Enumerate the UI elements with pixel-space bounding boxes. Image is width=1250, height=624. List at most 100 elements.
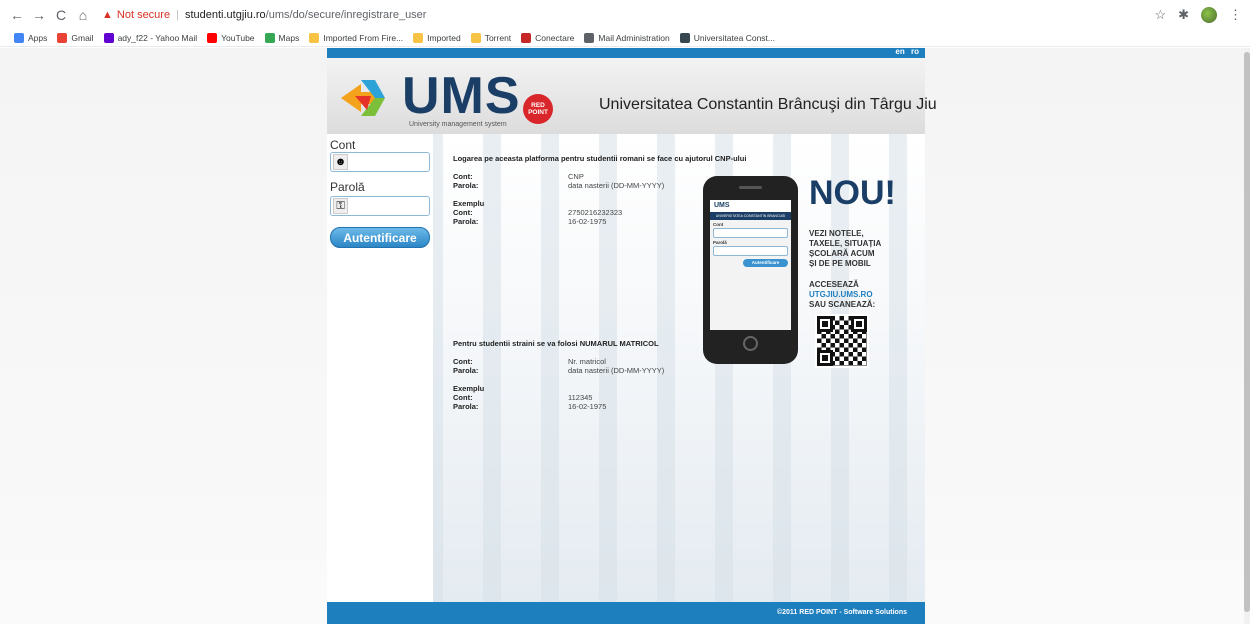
bookmark-item[interactable]: Conectare	[521, 33, 574, 43]
scrollbar-thumb[interactable]	[1244, 52, 1250, 612]
bookmark-item[interactable]: Universitatea Const...	[679, 33, 775, 43]
url-host[interactable]: studenti.utgjiu.ro	[185, 9, 266, 21]
reload-icon[interactable]: C	[52, 6, 70, 24]
browser-toolbar: ← → C ⌂ ▲ Not secure | studenti.utgjiu.r…	[0, 0, 1250, 30]
bookmark-item[interactable]: Imported From Fire...	[309, 33, 403, 43]
info-ro-cont-val: CNP	[568, 172, 584, 181]
language-switcher: en ro	[891, 47, 919, 56]
phone-cont-input	[713, 228, 788, 238]
bookmark-label: Gmail	[71, 33, 94, 43]
info-foreign-ex-parola-val: 16-02-1975	[568, 402, 607, 411]
bookmark-label: Mail Administration	[598, 33, 670, 43]
bookmark-label: ady_f22 - Yahoo Mail	[117, 33, 198, 43]
info-foreign-example: Exemplu	[453, 384, 485, 393]
bookmark-star-icon[interactable]: ☆	[1154, 7, 1166, 23]
bookmark-item[interactable]: Apps	[14, 33, 47, 43]
bookmark-item[interactable]: Gmail	[57, 33, 94, 43]
bookmark-label: Maps	[278, 33, 300, 43]
info-ro-ex-parola-key: Parola:	[453, 217, 479, 226]
mobile-phone-image: UMS UNIVERSITATEA CONSTANTIN BRANCUSI Co…	[703, 176, 798, 364]
bookmark-item[interactable]: Torrent	[470, 33, 512, 43]
brand-title: UMS	[402, 67, 521, 125]
ad-line-3: ȘCOLARĂ ACUM	[809, 249, 875, 258]
phone-home-button	[743, 336, 758, 351]
login-sidebar: Cont ☻ Parolă ⚿ Autentificare	[327, 134, 433, 602]
university-icon	[679, 33, 690, 43]
profile-avatar[interactable]	[1201, 7, 1217, 23]
lang-en-link[interactable]: en	[895, 47, 904, 56]
info-foreign-cont-key: Cont:	[453, 357, 473, 366]
info-ro-title: Logarea pe aceasta platforma pentru stud…	[453, 154, 747, 163]
qr-code	[815, 314, 869, 368]
forward-icon[interactable]: →	[30, 6, 48, 24]
info-foreign-ex-cont-val: 112345	[568, 393, 593, 402]
phone-screen: UMS UNIVERSITATEA CONSTANTIN BRANCUSI Co…	[710, 200, 791, 330]
main-container: en ro UMS University management system R…	[327, 47, 937, 624]
info-foreign-parola-val: data nasterii (DD-MM-YYYY)	[568, 366, 665, 375]
autentificare-button[interactable]: Autentificare	[330, 227, 430, 248]
info-foreign-ex-cont-key: Cont:	[453, 393, 473, 402]
bookmark-item[interactable]: YouTube	[207, 33, 255, 43]
yahoo-icon	[103, 33, 114, 43]
parola-label: Parolă	[330, 180, 365, 194]
parola-input[interactable]: ⚿	[330, 196, 430, 216]
bookmark-item[interactable]: ady_f22 - Yahoo Mail	[103, 33, 198, 43]
phone-university: UNIVERSITATEA CONSTANTIN BRANCUSI	[710, 212, 791, 220]
url-path[interactable]: /ums/do/secure/inregistrare_user	[266, 9, 427, 21]
bookmark-item[interactable]: Mail Administration	[584, 33, 670, 43]
ad-line-2: TAXELE, SITUAȚIA	[809, 239, 882, 248]
ad-nou-title: NOU!	[809, 174, 896, 212]
ad-line-7: SAU SCANEAZĂ:	[809, 300, 876, 309]
info-ro-example: Exemplu	[453, 199, 485, 208]
header: UMS University management system RED POI…	[327, 58, 937, 134]
youtube-icon	[207, 33, 218, 43]
lang-ro-link[interactable]: ro	[911, 47, 919, 56]
back-icon[interactable]: ←	[8, 6, 26, 24]
info-foreign-title: Pentru studentii straini se va folosi NU…	[453, 339, 659, 348]
folder-icon	[309, 33, 320, 43]
info-ro-ex-parola-val: 16-02-1975	[568, 217, 607, 226]
ad-line-1: VEZI NOTELE,	[809, 229, 864, 238]
university-name: Universitatea Constantin Brâncuşi din Tâ…	[599, 96, 937, 113]
info-foreign-ex-parola-key: Parola:	[453, 402, 479, 411]
cont-input[interactable]: ☻	[330, 152, 430, 172]
url-separator: |	[176, 9, 179, 21]
redpoint-logo: RED POINT	[523, 94, 553, 124]
bookmark-item[interactable]: Imported	[413, 33, 461, 43]
bookmark-label: Conectare	[535, 33, 575, 43]
ums-logo-icon	[341, 80, 385, 116]
content-area: Cont ☻ Parolă ⚿ Autentificare Logarea pe…	[327, 134, 925, 602]
brand-subtitle: University management system	[409, 121, 507, 128]
bookmark-label: Universitatea Const...	[693, 33, 775, 43]
info-ro-ex-cont-key: Cont:	[453, 208, 473, 217]
ad-line-5: ACCESEAZĂ	[809, 280, 859, 289]
bookmark-label: Torrent	[484, 33, 512, 43]
folder-icon	[470, 33, 481, 43]
phone-cont-label: Cont	[713, 222, 724, 227]
phone-speaker	[739, 186, 762, 189]
qr-corner	[817, 350, 833, 366]
info-foreign-cont-val: Nr. matricol	[568, 357, 606, 366]
qr-corner	[851, 316, 867, 332]
ad-line-4: ȘI DE PE MOBIL	[809, 259, 871, 268]
phone-auth-button: Autentificare	[743, 259, 788, 267]
footer: ©2011 RED POINT - Software Solutions	[327, 602, 925, 624]
warning-icon[interactable]: ▲	[102, 9, 113, 21]
not-secure-label[interactable]: Not secure	[117, 9, 170, 21]
qr-corner	[817, 316, 833, 332]
extensions-icon[interactable]: ✱	[1178, 7, 1189, 23]
info-foreign-parola-key: Parola:	[453, 366, 479, 375]
gmail-icon	[57, 33, 68, 43]
browser-menu-icon[interactable]: ⋮	[1229, 7, 1242, 23]
bookmark-item[interactable]: Maps	[264, 33, 300, 43]
info-ro-cont-key: Cont:	[453, 172, 473, 181]
phone-parola-input	[713, 246, 788, 256]
address-bar[interactable]: ▲ Not secure | studenti.utgjiu.ro /ums/d…	[102, 9, 426, 21]
info-ro-ex-cont-val: 2750216232323	[568, 208, 623, 217]
info-ro-parola-key: Parola:	[453, 181, 479, 190]
cont-label: Cont	[330, 138, 356, 152]
home-icon[interactable]: ⌂	[74, 6, 92, 24]
bookmark-label: Imported From Fire...	[323, 33, 404, 43]
globe-icon	[584, 33, 595, 43]
ad-line-6: UTGJIU.UMS.RO	[809, 290, 873, 299]
